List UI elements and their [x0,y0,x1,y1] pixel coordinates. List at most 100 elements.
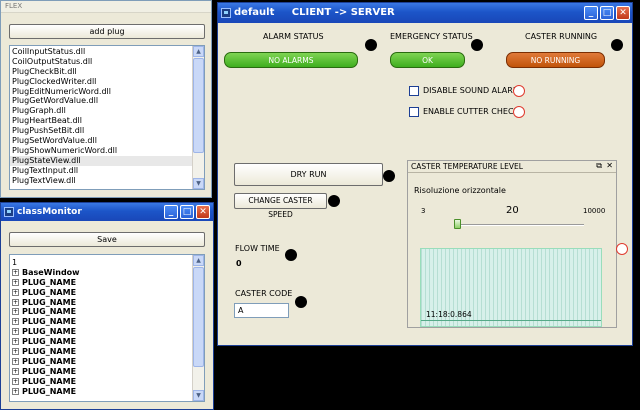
plugin-list-item[interactable]: PlugTextInput.dll [10,166,192,176]
plugin-list-item[interactable]: PlugPushSetBit.dll [10,126,192,136]
dry-run-button[interactable]: DRY RUN [234,163,383,186]
main-titlebar[interactable]: default CLIENT -> SERVER _ □ ✕ [218,3,632,23]
close-icon[interactable]: ✕ [616,6,630,20]
expand-icon[interactable]: + [12,278,19,286]
tree-node[interactable]: + PLUG_NAME [10,327,192,337]
flow-time-label: FLOW TIME [235,244,280,253]
tree-node-label: PLUG_NAME [22,287,77,297]
temp-panel-title: CASTER TEMPERATURE LEVEL [411,162,523,171]
minimize-icon[interactable]: _ [164,205,178,219]
scroll-up-icon[interactable]: ▲ [193,46,204,57]
scroll-thumb[interactable] [193,267,204,367]
classmonitor-title: classMonitor [17,207,82,217]
plugin-list-item[interactable]: PlugEditNumericWord.dll [10,87,192,97]
expand-icon[interactable]: + [12,387,19,395]
caster-code-input[interactable] [234,303,289,318]
expand-icon[interactable]: + [12,328,19,336]
plugin-list-item[interactable]: PlugHeartBeat.dll [10,116,192,126]
plugin-list-item[interactable]: PlugStateView.dll [10,155,192,166]
dry-run-dot [383,170,395,182]
tree-node[interactable]: + PLUG_NAME [10,387,192,397]
scroll-down-icon[interactable]: ▼ [193,390,204,401]
tree-node[interactable]: + PLUG_NAME [10,288,192,298]
graph-baseline [421,320,601,321]
tree-node[interactable]: + BaseWindow [10,268,192,278]
tree-node[interactable]: + PLUG_NAME [10,278,192,288]
plugin-list-item[interactable]: PlugGraph.dll [10,106,192,116]
float-icon[interactable]: ⧉ [596,161,602,171]
expand-icon[interactable]: + [12,367,19,375]
minimize-icon[interactable]: _ [584,6,598,20]
temperature-ring [616,243,628,255]
expand-icon[interactable]: + [12,377,19,385]
plugin-list-item[interactable]: PlugTextView.dll [10,176,192,186]
flex-titlebar[interactable]: FLEX [1,1,211,13]
tree-node-label: PLUG_NAME [22,297,77,307]
plugin-list-item[interactable]: CoilOutputStatus.dll [10,57,192,67]
scroll-down-icon[interactable]: ▼ [193,178,204,189]
expand-icon[interactable]: + [12,268,19,276]
plugin-list-item[interactable]: CoilInputStatus.dll [10,47,192,57]
flex-window: FLEX add plug CoilInputStatus.dll CoilOut… [0,0,212,198]
tree-node-label: PLUG_NAME [22,317,77,327]
tree-node[interactable]: + PLUG_NAME [10,347,192,357]
app-icon [221,8,231,18]
tree-node[interactable]: + PLUG_NAME [10,337,192,347]
expand-icon[interactable]: + [12,308,19,316]
plugin-list-item[interactable]: PlugCheckBit.dll [10,67,192,77]
expand-icon[interactable]: + [12,338,19,346]
plugin-list-item[interactable]: PlugShowNumericWord.dll [10,146,192,156]
add-plug-button[interactable]: add plug [9,24,205,39]
resolution-slider-track[interactable] [454,224,584,226]
maximize-icon[interactable]: □ [180,205,194,219]
expand-icon[interactable]: + [12,298,19,306]
alarm-status-indicator: NO ALARMS [224,52,358,68]
class-tree-scrollbar[interactable]: ▲ ▼ [192,255,204,401]
expand-icon[interactable]: + [12,318,19,326]
scroll-up-icon[interactable]: ▲ [193,255,204,266]
flex-title: FLEX [5,2,23,10]
plugin-list-item[interactable]: PlugClockedWriter.dll [10,77,192,87]
enable-cutter-check-label: ENABLE CUTTER CHECK [423,107,519,116]
maximize-icon[interactable]: □ [600,6,614,20]
enable-cutter-check-checkbox[interactable] [409,107,419,117]
class-tree[interactable]: 1 + BaseWindow + PLUG_NAME + PLUG_NAME + PLUG_NA… [9,254,205,402]
disable-sound-alarm-checkbox[interactable] [409,86,419,96]
alarm-status-dot [365,39,377,51]
tree-root[interactable]: 1 [10,258,192,268]
tree-node[interactable]: + PLUG_NAME [10,357,192,367]
caster-code-dot [295,296,307,308]
resolution-slider-thumb[interactable] [454,219,462,229]
tree-node-label: PLUG_NAME [22,327,77,337]
plugin-list-item[interactable]: PlugGetWordValue.dll [10,96,192,106]
expand-icon[interactable]: + [12,348,19,356]
tree-node-label: PLUG_NAME [22,337,77,347]
alarm-status-label: ALARM STATUS [263,32,324,41]
tree-node[interactable]: + PLUG_NAME [10,317,192,327]
scroll-thumb[interactable] [193,58,204,153]
temp-panel-subtitle: Risoluzione orizzontale [414,186,506,195]
change-caster-speed-button[interactable]: CHANGE CASTER SPEED [234,193,327,219]
caster-running-label: CASTER RUNNING [525,32,598,41]
classmonitor-window: classMonitor _ □ ✕ Save 1 + BaseWindow + PLU… [0,202,214,410]
close-icon[interactable]: ✕ [196,205,210,219]
tree-node-label: PLUG_NAME [22,277,77,287]
tree-node[interactable]: + PLUG_NAME [10,298,192,308]
slider-min: 3 [421,207,426,215]
save-button[interactable]: Save [9,232,205,247]
tree-node[interactable]: + PLUG_NAME [10,307,192,317]
slider-max: 10000 [583,207,606,215]
tree-node[interactable]: + PLUG_NAME [10,377,192,387]
classmonitor-titlebar[interactable]: classMonitor _ □ ✕ [1,203,213,221]
close-icon[interactable]: ✕ [606,161,613,170]
plugin-list[interactable]: CoilInputStatus.dll CoilOutputStatus.dll P… [9,45,205,190]
caster-running-dot [611,39,623,51]
expand-icon[interactable]: + [12,288,19,296]
tree-node-label: PLUG_NAME [22,307,77,317]
plugin-list-scrollbar[interactable]: ▲ ▼ [192,46,204,189]
tree-node-label: PLUG_NAME [22,366,77,376]
tree-node[interactable]: + PLUG_NAME [10,367,192,377]
caster-running-indicator: NO RUNNING [506,52,605,68]
plugin-list-item[interactable]: PlugSetWordValue.dll [10,136,192,146]
expand-icon[interactable]: + [12,357,19,365]
